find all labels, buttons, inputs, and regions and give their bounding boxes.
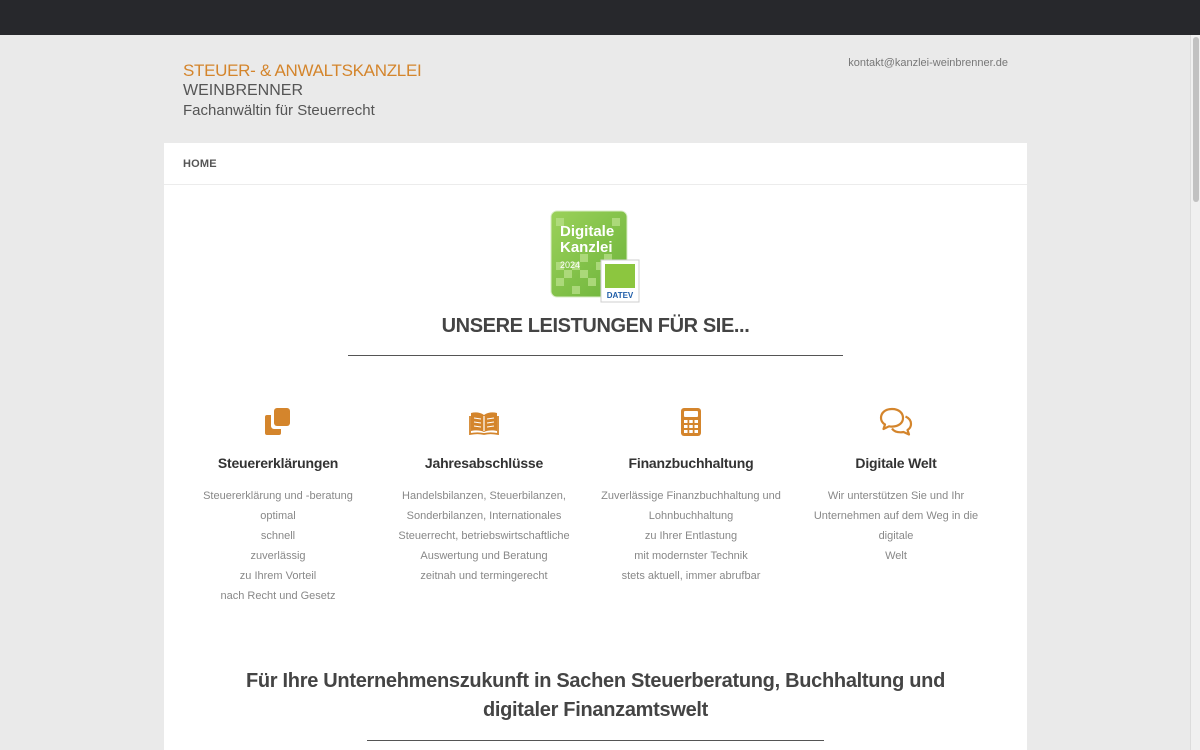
service-description: Zuverlässige Finanzbuchhaltung und Lohnb… — [591, 486, 791, 586]
service-line: Welt — [885, 550, 907, 562]
service-line: Steuererklärung und -beratung — [203, 490, 353, 502]
service-title: Steuererklärungen — [217, 455, 339, 471]
scrollbar-thumb[interactable] — [1193, 37, 1199, 202]
service-line: Zuverlässige Finanzbuchhaltung und — [601, 490, 781, 502]
page-scrollbar[interactable] — [1190, 35, 1200, 750]
service-line: zu Ihrer Entlastung — [644, 530, 738, 542]
service-digitale-welt: Digitale Welt Wir unterstützen Sie und I… — [796, 405, 996, 566]
future-headline-line-1: Für Ihre Unternehmenszukunft in Sachen S… — [245, 670, 946, 692]
service-title: Digitale Welt — [855, 455, 937, 471]
book-icon — [384, 405, 584, 439]
service-line: Handelsbilanzen, Steuerbilanzen, — [402, 490, 566, 502]
service-line: zeitnah und termingerecht — [420, 570, 548, 582]
section-title-services: UNSERE LEISTUNGEN FÜR SIE... — [441, 315, 750, 337]
main-navigation: HOME — [164, 143, 1027, 185]
service-line: Lohnbuchhaltung — [648, 510, 734, 522]
service-finanzbuchhaltung: Finanzbuchhaltung Zuverlässige Finanzbuc… — [591, 405, 791, 586]
calculator-icon — [591, 405, 791, 439]
service-description: Wir unterstützen Sie und Ihr Unternehmen… — [796, 486, 996, 566]
logo-line-name: WEINBRENNER — [183, 82, 304, 99]
browser-top-bar — [0, 0, 1200, 35]
logo-line-firm: STEUER- & ANWALTSKANZLEI — [183, 61, 422, 80]
site-header: STEUER- & ANWALTSKANZLEI WEINBRENNER Fac… — [164, 35, 1027, 143]
badge-year: 2024 — [560, 260, 580, 270]
service-description: Steuererklärung und -beratung optimal sc… — [178, 486, 378, 606]
service-description: Handelsbilanzen, Steuerbilanzen, Sonderb… — [384, 486, 584, 586]
site-logo[interactable]: STEUER- & ANWALTSKANZLEI WEINBRENNER Fac… — [183, 61, 422, 121]
service-steuererklaerungen: Steuererklärungen Steuererklärung und -b… — [178, 405, 378, 606]
service-line: nach Recht und Gesetz — [220, 590, 336, 602]
logo-line-specialty: Fachanwältin für Steuerrecht — [183, 102, 375, 119]
service-title: Jahresabschlüsse — [424, 455, 544, 471]
service-line: optimal — [260, 510, 296, 522]
service-line: stets aktuell, immer abrufbar — [621, 570, 761, 582]
services-grid: Steuererklärungen Steuererklärung und -b… — [164, 405, 1027, 625]
badge-line-1: Digitale — [560, 223, 614, 240]
badge-line-2: Kanzlei — [560, 239, 613, 256]
digitale-kanzlei-badge: Digitale Kanzlei 2024 DATEV — [550, 210, 640, 303]
service-line: Unternehmen auf dem Weg in die digitale — [813, 510, 979, 542]
service-line: Sonderbilanzen, Internationales — [406, 510, 562, 522]
copy-icon — [178, 405, 378, 439]
nav-item-home[interactable]: HOME — [183, 158, 217, 170]
section-divider — [348, 355, 843, 356]
contact-email-link[interactable]: kontakt@kanzlei-weinbrenner.de — [848, 57, 1008, 69]
badge-datev-label: DATEV — [607, 291, 634, 300]
future-headline-line-2: digitaler Finanzamtswelt — [482, 699, 709, 721]
service-line: zu Ihrem Vorteil — [239, 570, 317, 582]
future-headline: Für Ihre Unternehmenszukunft in Sachen S… — [164, 667, 1027, 725]
service-line: mit modernster Technik — [634, 550, 748, 562]
service-line: zuverlässig — [250, 550, 306, 562]
service-jahresabschluesse: Jahresabschlüsse Handelsbilanzen, Steuer… — [384, 405, 584, 586]
service-line: Wir unterstützen Sie und Ihr — [827, 490, 965, 502]
service-line: Steuerrecht, betriebswirtschaftliche — [398, 530, 570, 542]
service-title: Finanzbuchhaltung — [628, 455, 754, 471]
service-line: Auswertung und Beratung — [420, 550, 548, 562]
main-content-card: HOME Digitale Kanzlei 2024 DATEV UNSERE … — [164, 143, 1027, 750]
future-divider — [367, 740, 824, 741]
chat-bubbles-icon — [796, 405, 996, 439]
service-line: schnell — [260, 530, 296, 542]
